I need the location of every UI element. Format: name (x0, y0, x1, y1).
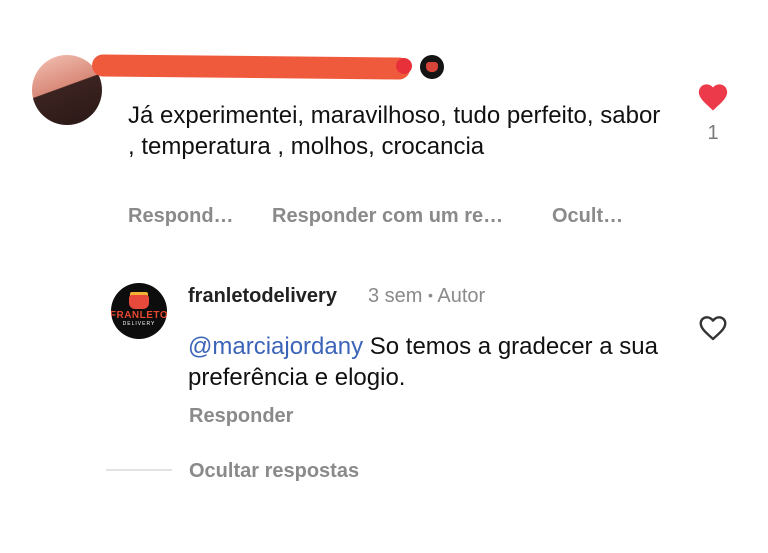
redaction-mark (396, 58, 412, 74)
reply-username[interactable]: franletodelivery (188, 285, 337, 308)
hide-comment-button[interactable]: Ocult… (552, 205, 623, 228)
franleto-avatar[interactable]: FRANLETO DELIVERY (111, 283, 167, 339)
redacted-username (91, 54, 411, 80)
meta-separator: • (428, 287, 433, 303)
mention-link[interactable]: @marciajordany (188, 333, 363, 360)
heart-outline-icon[interactable] (697, 312, 729, 342)
reply-reply-button[interactable]: Responder (189, 405, 293, 428)
reply-button[interactable]: Respond… (128, 205, 234, 228)
heart-filled-icon[interactable] (696, 80, 730, 112)
franleto-mini-logo-icon (420, 55, 444, 79)
like-count: 1 (707, 122, 719, 144)
replies-divider (106, 469, 172, 471)
hide-replies-button[interactable]: Ocultar respostas (189, 460, 359, 483)
logo-subtext: DELIVERY (122, 321, 156, 327)
comment-text: Já experimentei, maravilhoso, tudo perfe… (128, 102, 661, 160)
logo-word: FRANLETO (111, 310, 167, 321)
reply-text: @marciajordany So temos a gradecer a sua… (188, 331, 688, 393)
reply-meta: 3 sem • Autor (368, 285, 485, 308)
reply-time: 3 sem (368, 285, 423, 307)
author-badge: Autor (437, 285, 486, 307)
fries-box-icon (129, 295, 149, 309)
reply-with-reel-button[interactable]: Responder com um re… (272, 205, 503, 228)
